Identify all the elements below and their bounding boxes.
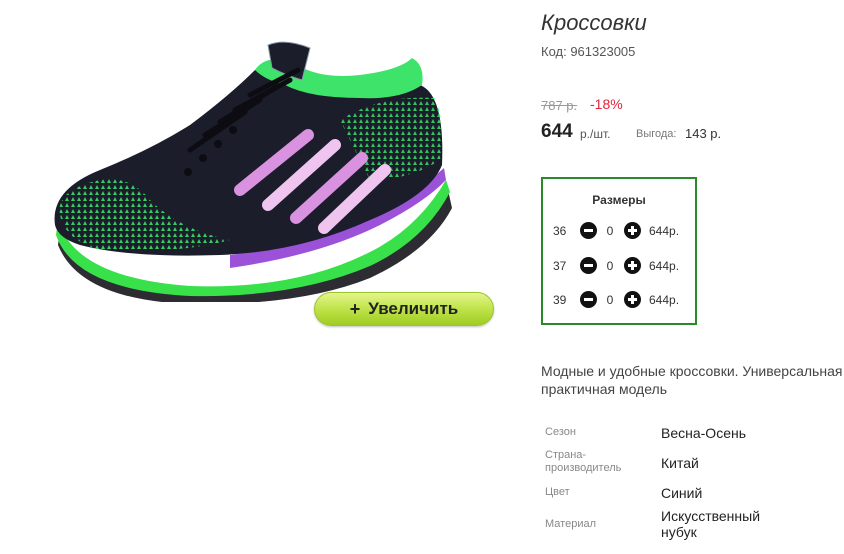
spec-value-country: Китай [661,455,699,471]
spec-label-material: Материал [545,518,596,530]
size-label: 36 [553,224,567,238]
size-row: 39 0 644р. [543,291,695,309]
spec-label-country: Страна- производитель [545,449,622,474]
quantity-value: 0 [606,293,614,307]
increase-quantity-button[interactable] [624,291,641,308]
decrease-quantity-button[interactable] [580,222,597,239]
product-title: Кроссовки [541,10,647,35]
plus-icon: + [349,298,361,319]
quantity-value: 0 [606,224,614,238]
sneaker-image [54,41,452,302]
size-label: 39 [553,293,567,307]
sizes-title: Размеры [592,193,646,207]
product-description: Модные и удобные кроссовки. Универсальна… [541,362,844,398]
sizes-panel: Размеры 36 0 644р. 37 0 644р. 39 0 644р. [541,177,697,325]
size-row: 36 0 644р. [543,222,695,240]
spec-value-color: Синий [661,485,703,501]
zoom-button[interactable]: + Увеличить [314,292,494,326]
zoom-button-label: Увеличить [368,299,459,318]
old-price: 787 р. [541,98,578,113]
quantity-value: 0 [606,259,614,273]
spec-value-season: Весна-Осень [661,425,747,441]
size-label: 37 [553,259,567,273]
discount-badge: -18% [590,96,623,112]
current-price: 644 [541,121,573,142]
decrease-quantity-button[interactable] [580,257,597,274]
increase-quantity-button[interactable] [624,222,641,239]
decrease-quantity-button[interactable] [580,291,597,308]
size-price: 644р. [649,259,680,273]
description-line: практичная модель [541,381,668,397]
benefit-label: Выгода: [636,128,677,140]
price-unit: р./шт. [580,127,611,141]
spec-label-season: Сезон [545,426,576,438]
product-code: Код: 961323005 [541,44,636,59]
size-price: 644р. [649,293,680,307]
size-row: 37 0 644р. [543,257,695,275]
size-price: 644р. [649,224,680,238]
benefit-value: 143 р. [685,126,722,141]
spec-value-material: Искусственный нубук [661,508,761,540]
description-line: Модные и удобные кроссовки. Универсальна… [541,363,843,379]
spec-label-color: Цвет [545,486,570,498]
increase-quantity-button[interactable] [624,257,641,274]
